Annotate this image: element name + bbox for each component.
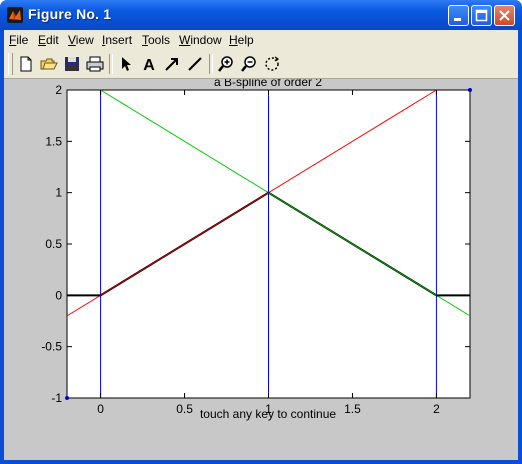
close-button[interactable] (494, 5, 515, 26)
rotate-icon (265, 56, 280, 71)
menu-window[interactable]: Window (179, 33, 222, 47)
zoom-out-button[interactable] (239, 54, 259, 74)
new-figure-button[interactable] (16, 54, 36, 74)
insert-text-icon: A (143, 57, 155, 74)
y-tick-label: -1 (51, 391, 62, 405)
x-tick-label: 2 (433, 402, 440, 416)
zoom-out-icon (241, 56, 256, 72)
insert-line-button[interactable] (185, 54, 205, 74)
toolbar-grip[interactable] (8, 53, 13, 75)
toolbar-separator (109, 54, 113, 74)
maximize-button[interactable] (471, 5, 492, 26)
y-tick-label: 0 (55, 288, 62, 302)
menu-file[interactable]: File (9, 33, 28, 47)
save-icon (65, 57, 79, 71)
toolbar-separator (209, 54, 213, 74)
menu-bar: File Edit View Insert Tools Window Help (4, 30, 518, 49)
zoom-in-button[interactable] (216, 54, 236, 74)
insert-arrow-button[interactable] (162, 54, 182, 74)
y-tick-label: 1 (55, 186, 62, 200)
maximize-icon (475, 9, 488, 22)
chart-title: a B-spline of order 2 (214, 79, 322, 89)
print-button[interactable] (85, 54, 105, 74)
x-tick-label: 0 (97, 402, 104, 416)
matlab-logo-icon (7, 7, 23, 23)
rotate-3d-button[interactable] (262, 54, 282, 74)
bspline-chart[interactable]: 0 0.5 1 1.5 2-1-0.500.511.52 a B-spline of o… (4, 75, 518, 460)
edit-plot-button[interactable] (116, 54, 136, 74)
title-bar[interactable]: Figure No. 1 (0, 0, 522, 30)
y-tick-label: 2 (55, 83, 62, 97)
save-button[interactable] (62, 54, 82, 74)
menu-tools[interactable]: Tools (142, 33, 170, 47)
x-axis-label: touch any key to continue (200, 407, 336, 421)
plot-area: 0 0.5 1 1.5 2 -1 -0.5 0 0.5 1 1.5 2 a B-spline of o… (4, 75, 518, 460)
zoom-in-icon (218, 56, 233, 72)
insert-arrow-icon (165, 58, 178, 71)
x-tick-label: 1.5 (344, 402, 361, 416)
open-folder-icon (40, 58, 58, 70)
menu-insert[interactable]: Insert (102, 33, 132, 47)
figure-window: Figure No. 1 File Edit View Insert Tools… (0, 0, 522, 464)
minimize-icon (454, 18, 461, 21)
menu-view[interactable]: View (68, 33, 94, 47)
figure-toolbar: A (4, 49, 518, 79)
new-file-icon (20, 56, 32, 72)
pointer-arrow-icon (122, 57, 131, 71)
minimize-button[interactable] (448, 5, 469, 26)
insert-text-button[interactable]: A (139, 54, 159, 74)
x-tick-label: 0.5 (176, 402, 193, 416)
print-icon (86, 56, 104, 72)
svg-text:A: A (143, 57, 155, 74)
y-tick-label: 1.5 (45, 134, 62, 148)
figure-frame: File Edit View Insert Tools Window Help (4, 30, 518, 460)
open-file-button[interactable] (39, 54, 59, 74)
y-tick-label: -0.5 (41, 340, 62, 354)
window-title: Figure No. 1 (28, 6, 112, 22)
menu-help[interactable]: Help (229, 33, 254, 47)
insert-line-icon (188, 57, 202, 71)
y-tick-label: 0.5 (45, 237, 62, 251)
close-icon (499, 10, 510, 21)
menu-edit[interactable]: Edit (38, 33, 59, 47)
